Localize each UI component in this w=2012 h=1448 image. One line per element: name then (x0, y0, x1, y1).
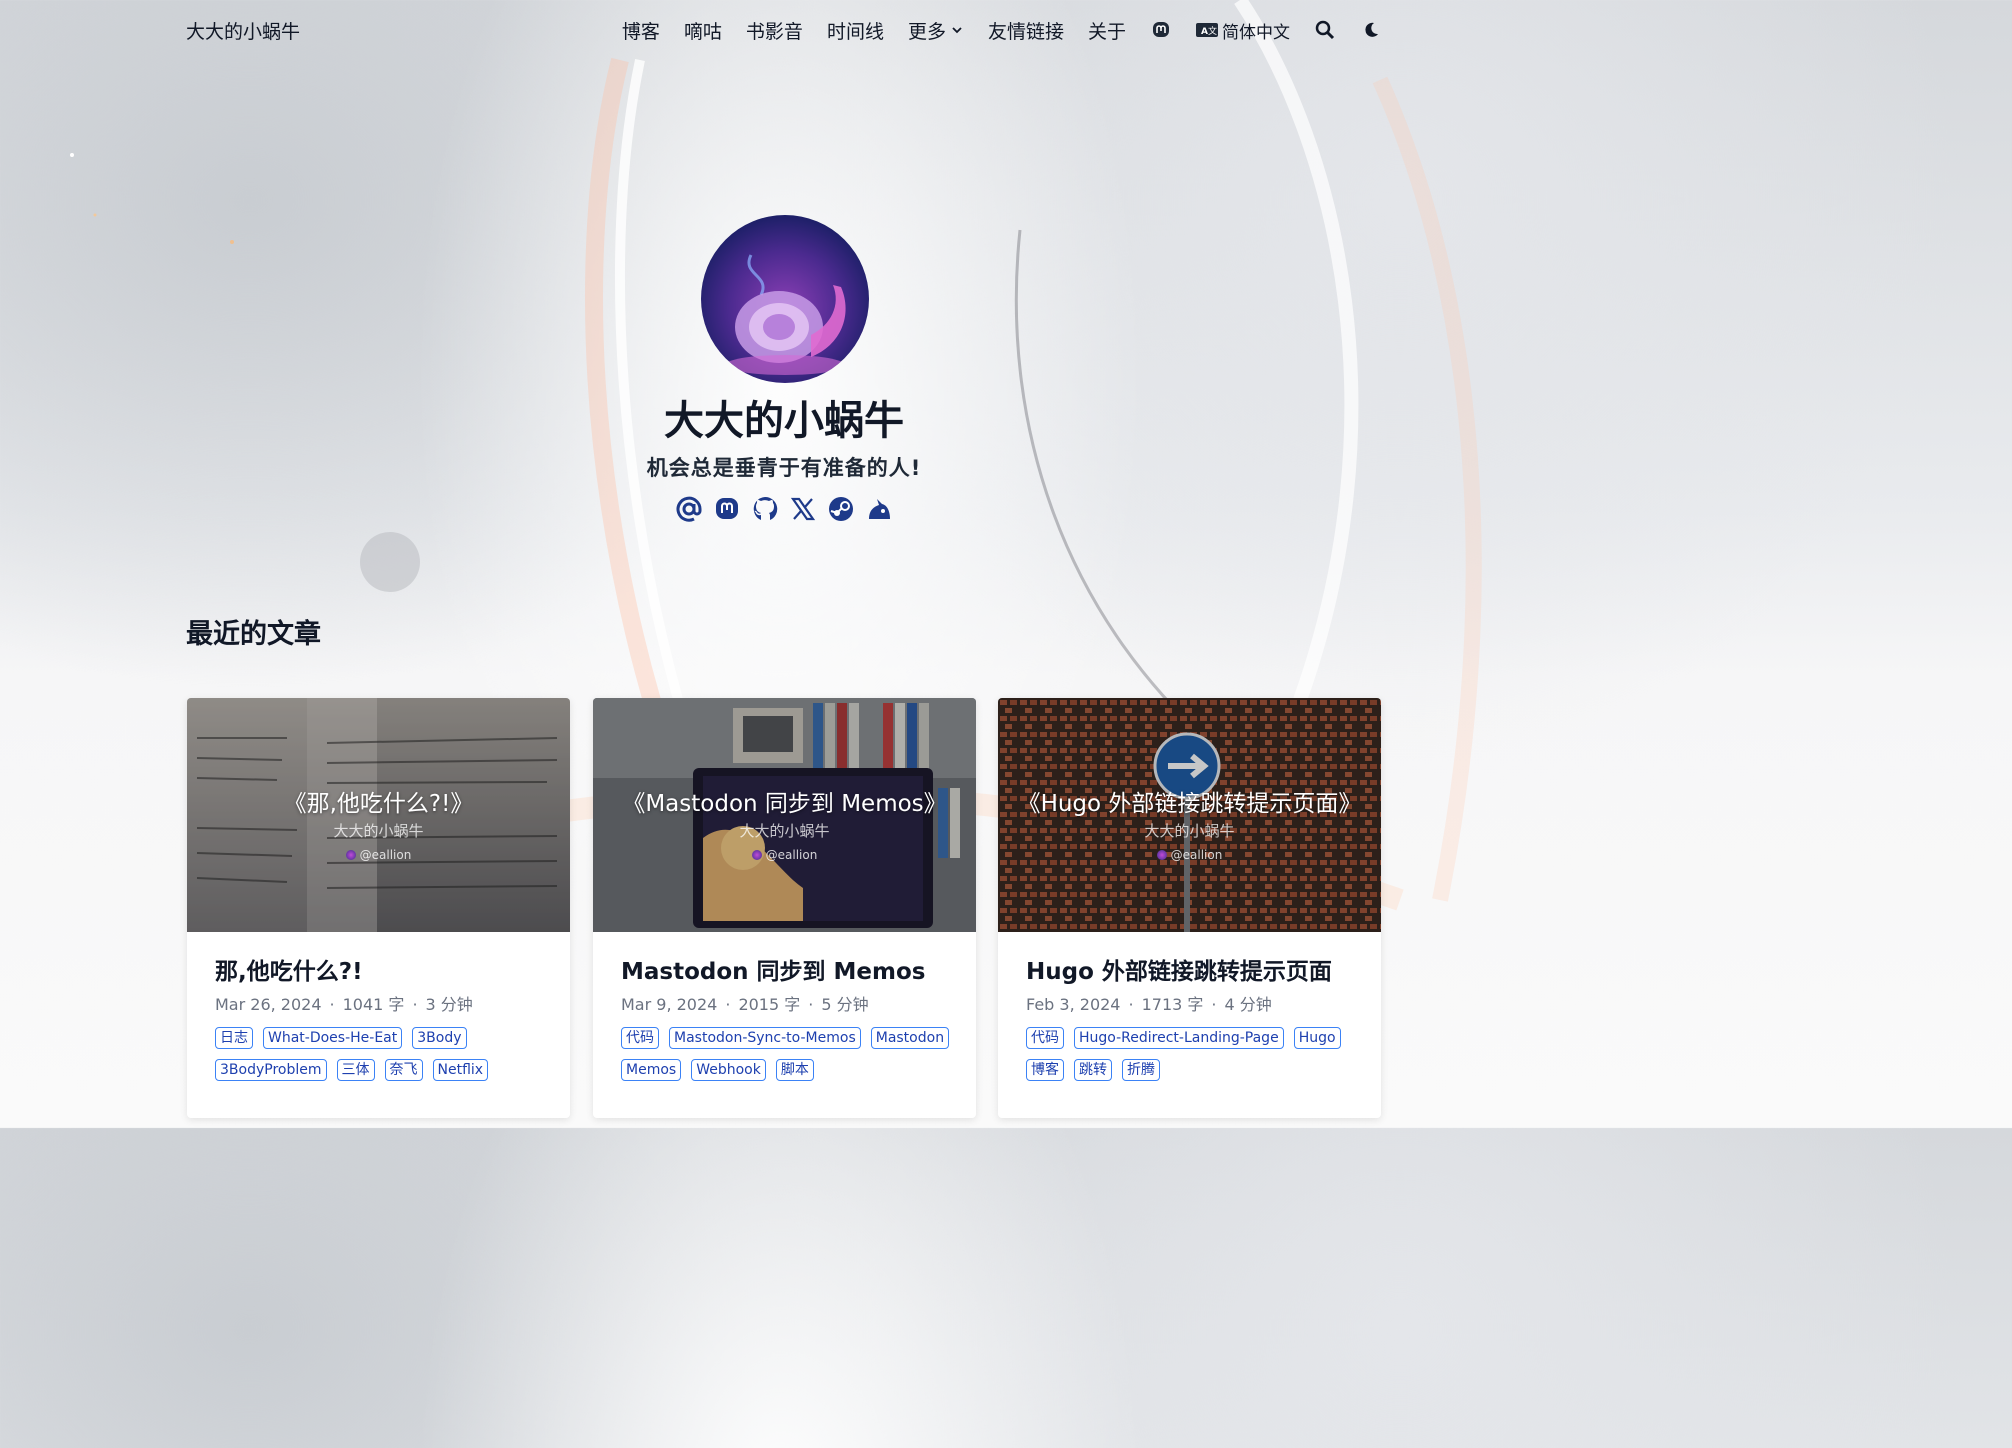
cover-author: 大大的小蜗牛 (739, 822, 830, 840)
main-nav: 博客 嘀咕 书影音 时间线 更多 友情链接 关于 A文 简体中文 (622, 14, 1382, 46)
post-title[interactable]: Mastodon 同步到 Memos (621, 952, 956, 986)
post-read-time: 5 分钟 (821, 995, 869, 1014)
avatar-dot-icon (751, 850, 762, 860)
post-cover-image[interactable]: 《Hugo 外部链接跳转提示页面》 大大的小蜗牛 @eallion (998, 698, 1381, 932)
post-date: Mar 9, 2024 (621, 995, 718, 1014)
svg-text:A: A (1201, 27, 1208, 37)
chevron-down-icon (952, 27, 962, 34)
nav-timeline[interactable]: 时间线 (827, 17, 884, 44)
cover-handle: @eallion (998, 848, 1381, 862)
mastodon-icon[interactable] (1150, 19, 1172, 41)
tag[interactable]: 折腾 (1122, 1059, 1160, 1081)
cover-handle-text: @eallion (1170, 848, 1223, 862)
top-navbar: 大大的小蜗牛 博客 嘀咕 书影音 时间线 更多 友情链接 关于 A文 简体中文 (0, 0, 1568, 60)
cover-title: 《那,他吃什么?!》 (283, 791, 474, 817)
email-icon[interactable] (675, 494, 703, 524)
tag[interactable]: Hugo-Redirect-Landing-Page (1074, 1027, 1284, 1049)
github-icon[interactable] (751, 494, 779, 524)
profile-name: 大大的小蜗牛 (664, 398, 904, 444)
post-card[interactable]: 《那,他吃什么?!》 大大的小蜗牛 @eallion 那,他吃什么?! Mar … (187, 698, 570, 1118)
nav-blog[interactable]: 博客 (622, 17, 660, 44)
tag[interactable]: Webhook (691, 1059, 766, 1081)
tag[interactable]: 奈飞 (384, 1059, 423, 1081)
profile-tagline: 机会总是垂青于有准备的人! (646, 456, 922, 480)
post-meta: Mar 26, 2024 · 1041 字 · 3 分钟 (215, 995, 473, 1014)
tag[interactable]: 跳转 (1074, 1059, 1112, 1081)
social-links (0, 494, 1568, 524)
post-tags: 日志 What-Does-He-Eat 3Body 3BodyProblem 三… (215, 1027, 550, 1081)
svg-text:文: 文 (1208, 25, 1217, 37)
tag[interactable]: 代码 (621, 1027, 659, 1049)
cover-handle-text: @eallion (765, 848, 818, 862)
cover-handle: @eallion (593, 848, 976, 862)
tag[interactable]: Mastodon (870, 1027, 950, 1049)
nav-media[interactable]: 书影音 (746, 17, 803, 44)
tag[interactable]: 博客 (1026, 1059, 1064, 1081)
cover-handle-text: @eallion (359, 848, 412, 862)
post-read-time: 4 分钟 (1224, 995, 1272, 1014)
translate-icon: A文 (1196, 23, 1218, 37)
site-title-link[interactable]: 大大的小蜗牛 (186, 17, 300, 44)
search-icon[interactable] (1314, 19, 1336, 41)
language-label: 简体中文 (1222, 22, 1290, 43)
post-card[interactable]: 《Hugo 外部链接跳转提示页面》 大大的小蜗牛 @eallion Hugo 外… (998, 698, 1381, 1118)
moon-icon[interactable] (1360, 19, 1382, 41)
post-meta: Mar 9, 2024 · 2015 字 · 5 分钟 (621, 995, 869, 1014)
avatar-dot-icon (1156, 850, 1167, 860)
steam-icon[interactable] (827, 494, 855, 524)
tag[interactable]: 代码 (1026, 1027, 1064, 1049)
mastodon-icon[interactable] (713, 494, 741, 524)
cover-author: 大大的小蜗牛 (1144, 822, 1235, 840)
cover-title: 《Hugo 外部链接跳转提示页面》 (1017, 791, 1362, 817)
cover-title: 《Mastodon 同步到 Memos》 (622, 791, 947, 817)
tag[interactable]: 三体 (336, 1059, 375, 1081)
post-cover-image[interactable]: 《Mastodon 同步到 Memos》 大大的小蜗牛 @eallion (593, 698, 976, 932)
tag[interactable]: Hugo (1293, 1027, 1341, 1049)
recent-posts-heading: 最近的文章 (186, 619, 321, 650)
cover-author: 大大的小蜗牛 (333, 822, 424, 840)
tag[interactable]: 脚本 (775, 1059, 814, 1081)
avatar-dot-icon (345, 850, 356, 860)
avatar (701, 215, 869, 383)
post-read-time: 3 分钟 (425, 995, 473, 1014)
post-cover-image[interactable]: 《那,他吃什么?!》 大大的小蜗牛 @eallion (187, 698, 570, 932)
tag[interactable]: 日志 (215, 1027, 253, 1049)
post-tags: 代码 Hugo-Redirect-Landing-Page Hugo 博客 跳转… (1026, 1027, 1361, 1081)
post-words: 1713 字 (1141, 995, 1204, 1014)
tag[interactable]: 3BodyProblem (215, 1059, 327, 1081)
tag[interactable]: 3Body (412, 1027, 467, 1049)
post-meta: Feb 3, 2024 · 1713 字 · 4 分钟 (1026, 995, 1272, 1014)
x-icon[interactable] (789, 494, 817, 524)
tag[interactable]: Netflix (432, 1059, 489, 1081)
language-switcher[interactable]: A文 简体中文 (1196, 18, 1290, 43)
nav-digu[interactable]: 嘀咕 (684, 17, 722, 44)
cover-handle: @eallion (187, 848, 570, 862)
tag[interactable]: Memos (621, 1059, 682, 1081)
tag[interactable]: What-Does-He-Eat (263, 1027, 403, 1049)
nav-more-label: 更多 (907, 20, 946, 43)
post-words: 2015 字 (738, 995, 801, 1014)
post-title[interactable]: 那,他吃什么?! (215, 952, 550, 986)
tag[interactable]: Mastodon-Sync-to-Memos (669, 1027, 861, 1049)
post-tags: 代码 Mastodon-Sync-to-Memos Mastodon Memos… (621, 1027, 956, 1081)
post-title[interactable]: Hugo 外部链接跳转提示页面 (1026, 952, 1361, 986)
nav-about[interactable]: 关于 (1088, 17, 1126, 44)
nav-more-dropdown[interactable]: 更多 (908, 17, 964, 44)
post-words: 1041 字 (342, 995, 405, 1014)
post-date: Feb 3, 2024 (1026, 995, 1121, 1014)
nav-friend-links[interactable]: 友情链接 (988, 17, 1064, 44)
blog-icon[interactable] (865, 494, 893, 524)
post-card[interactable]: 《Mastodon 同步到 Memos》 大大的小蜗牛 @eallion Mas… (593, 698, 976, 1118)
post-date: Mar 26, 2024 (215, 995, 322, 1014)
